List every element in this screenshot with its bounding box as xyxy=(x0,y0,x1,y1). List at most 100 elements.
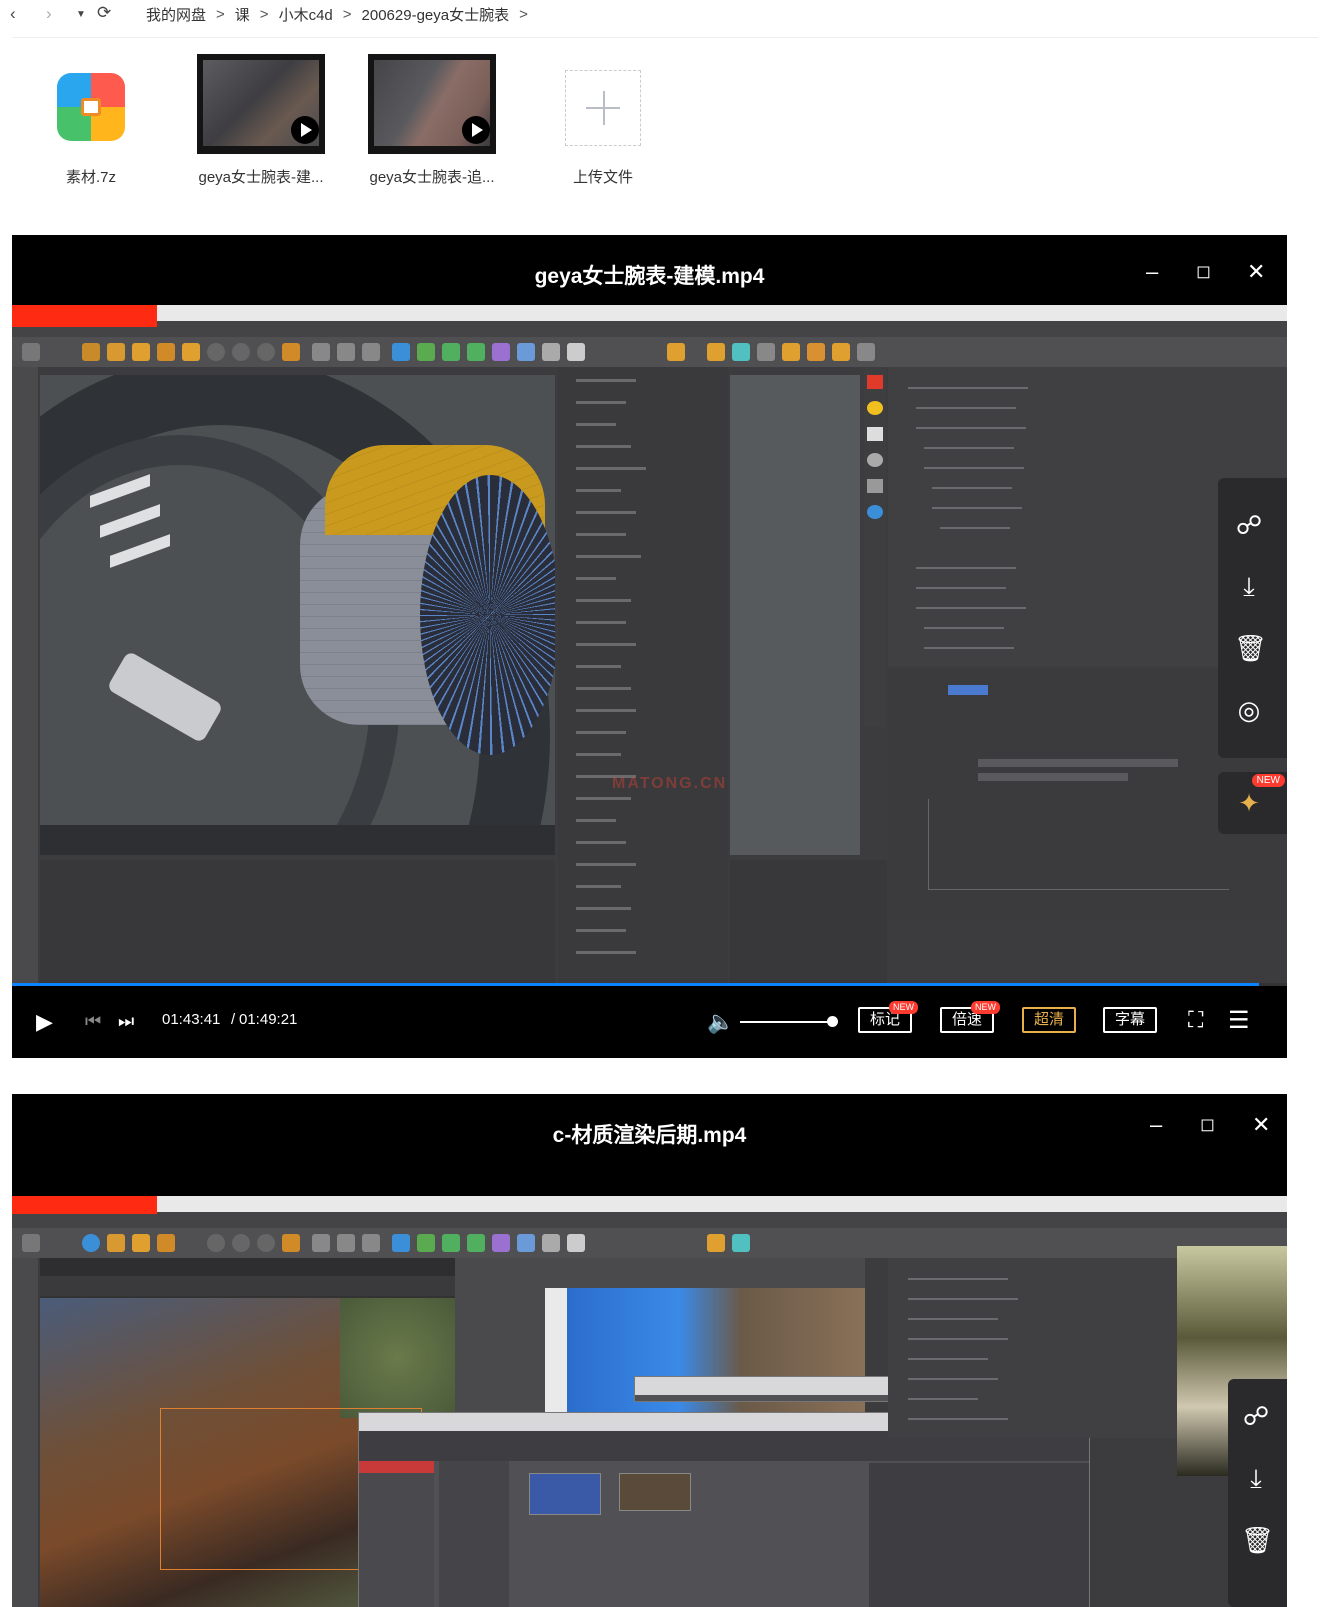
menu-item[interactable] xyxy=(576,951,636,954)
mark-button[interactable]: 标记 NEW xyxy=(858,1001,919,1033)
object-row[interactable] xyxy=(908,1318,998,1320)
menu-item[interactable] xyxy=(576,445,631,448)
tool-icon xyxy=(832,343,850,361)
trash-icon[interactable]: 🗑 xyxy=(1241,1525,1274,1555)
share-icon[interactable]: ☍ xyxy=(1234,510,1264,540)
node-category[interactable] xyxy=(359,1461,434,1473)
menu-item[interactable] xyxy=(576,643,636,646)
fullscreen-icon[interactable]: ⛶ xyxy=(1188,1007,1203,1033)
menu-item[interactable] xyxy=(576,555,641,558)
file-name: geya女士腕表-追... xyxy=(369,169,495,186)
menu-item[interactable] xyxy=(576,753,621,756)
next-icon[interactable]: ⏭ xyxy=(118,1011,134,1032)
speed-button[interactable]: 倍速 NEW xyxy=(940,1001,1001,1033)
breadcrumb-item[interactable]: 课 xyxy=(235,4,250,25)
right-toolbar xyxy=(864,367,886,727)
object-row[interactable] xyxy=(908,387,1028,389)
menu-item[interactable] xyxy=(576,467,646,470)
object-row[interactable] xyxy=(916,587,1006,589)
menu-item[interactable] xyxy=(576,577,616,580)
menu-item[interactable] xyxy=(576,379,636,382)
menu-item[interactable] xyxy=(576,401,626,404)
chevron-left-icon[interactable]: ‹ xyxy=(10,4,16,24)
new-badge: NEW xyxy=(1251,774,1285,787)
menu-item[interactable] xyxy=(576,511,636,514)
maximize-icon[interactable]: ◻ xyxy=(1200,1114,1215,1135)
menu-item[interactable] xyxy=(576,841,626,844)
object-row[interactable] xyxy=(932,507,1022,509)
object-row[interactable] xyxy=(924,647,1014,649)
object-row[interactable] xyxy=(908,1338,1008,1340)
object-row[interactable] xyxy=(916,567,1016,569)
object-row[interactable] xyxy=(908,1278,1008,1280)
menu-item[interactable] xyxy=(576,533,626,536)
menu-item[interactable] xyxy=(576,489,621,492)
menu-item[interactable] xyxy=(576,423,616,426)
minimize-icon[interactable]: – xyxy=(1150,1112,1162,1138)
menu-item[interactable] xyxy=(576,599,631,602)
play-icon[interactable]: ▶ xyxy=(36,1009,53,1035)
attribute-tab[interactable] xyxy=(948,685,988,695)
menu-item[interactable] xyxy=(576,819,616,822)
object-row[interactable] xyxy=(924,467,1024,469)
object-row[interactable] xyxy=(932,487,1012,489)
minimize-icon[interactable]: – xyxy=(1146,259,1158,285)
pin-button[interactable]: ✦ NEW xyxy=(1218,772,1287,834)
object-row[interactable] xyxy=(916,427,1026,429)
breadcrumb-item[interactable]: 200629-geya女士腕表 xyxy=(362,4,510,25)
axis-y-icon xyxy=(232,1234,250,1252)
volume-icon[interactable]: 🔈 xyxy=(707,1009,734,1035)
chevron-right-icon[interactable]: › xyxy=(46,4,52,24)
menu-item[interactable] xyxy=(576,797,631,800)
object-row[interactable] xyxy=(916,407,1016,409)
menu-item[interactable] xyxy=(576,665,621,668)
menu-item[interactable] xyxy=(576,863,636,866)
object-row[interactable] xyxy=(924,447,1014,449)
previous-icon[interactable]: ⏮ xyxy=(85,1011,101,1032)
trash-icon[interactable]: 🗑 xyxy=(1234,633,1267,663)
tool-icon xyxy=(132,343,150,361)
recording-bar xyxy=(12,305,157,327)
share-icon[interactable]: ☍ xyxy=(1241,1401,1271,1431)
close-icon[interactable]: ✕ xyxy=(1252,1112,1270,1138)
cube-icon xyxy=(392,1234,410,1252)
subtitle-button[interactable]: 字幕 xyxy=(1103,1007,1158,1033)
attribute-slider[interactable] xyxy=(978,759,1178,767)
object-row[interactable] xyxy=(908,1418,1008,1420)
download-icon[interactable]: ⤓ xyxy=(1234,571,1264,601)
playlist-icon[interactable]: ☰ xyxy=(1228,1006,1250,1035)
attribute-slider[interactable] xyxy=(978,773,1128,781)
tool-icon xyxy=(492,343,510,361)
refresh-icon[interactable]: ⟳ xyxy=(97,3,111,23)
volume-track[interactable] xyxy=(740,1021,832,1023)
caret-down-icon[interactable]: ▼ xyxy=(76,9,86,20)
quality-button[interactable]: 超清 xyxy=(1022,1007,1077,1033)
render-icon xyxy=(362,1234,380,1252)
video-frame[interactable] xyxy=(12,1196,1287,1607)
maximize-icon[interactable]: ◻ xyxy=(1196,261,1211,282)
object-row[interactable] xyxy=(924,627,1004,629)
menu-item[interactable] xyxy=(576,907,631,910)
volume-handle[interactable] xyxy=(827,1016,838,1027)
menu-item[interactable] xyxy=(576,885,621,888)
breadcrumb-item[interactable]: 我的网盘 xyxy=(146,4,206,25)
menu-item[interactable] xyxy=(576,929,626,932)
download-icon[interactable]: ⤓ xyxy=(1241,1463,1271,1493)
tool-icon xyxy=(517,1234,535,1252)
object-row[interactable] xyxy=(908,1378,998,1380)
node-box[interactable] xyxy=(529,1473,601,1515)
node-box[interactable] xyxy=(619,1473,691,1511)
menu-item[interactable] xyxy=(576,709,636,712)
object-row[interactable] xyxy=(916,607,1026,609)
object-row[interactable] xyxy=(940,527,1010,529)
menu-item[interactable] xyxy=(576,731,626,734)
menu-item[interactable] xyxy=(576,621,626,624)
object-row[interactable] xyxy=(908,1358,988,1360)
breadcrumb-item[interactable]: 小木c4d xyxy=(279,4,333,25)
video-frame[interactable]: MATONG.CN xyxy=(12,305,1287,985)
object-row[interactable] xyxy=(908,1298,1018,1300)
object-row[interactable] xyxy=(908,1398,978,1400)
target-icon[interactable]: ◎ xyxy=(1234,695,1264,725)
menu-item[interactable] xyxy=(576,687,631,690)
close-icon[interactable]: ✕ xyxy=(1247,259,1265,285)
